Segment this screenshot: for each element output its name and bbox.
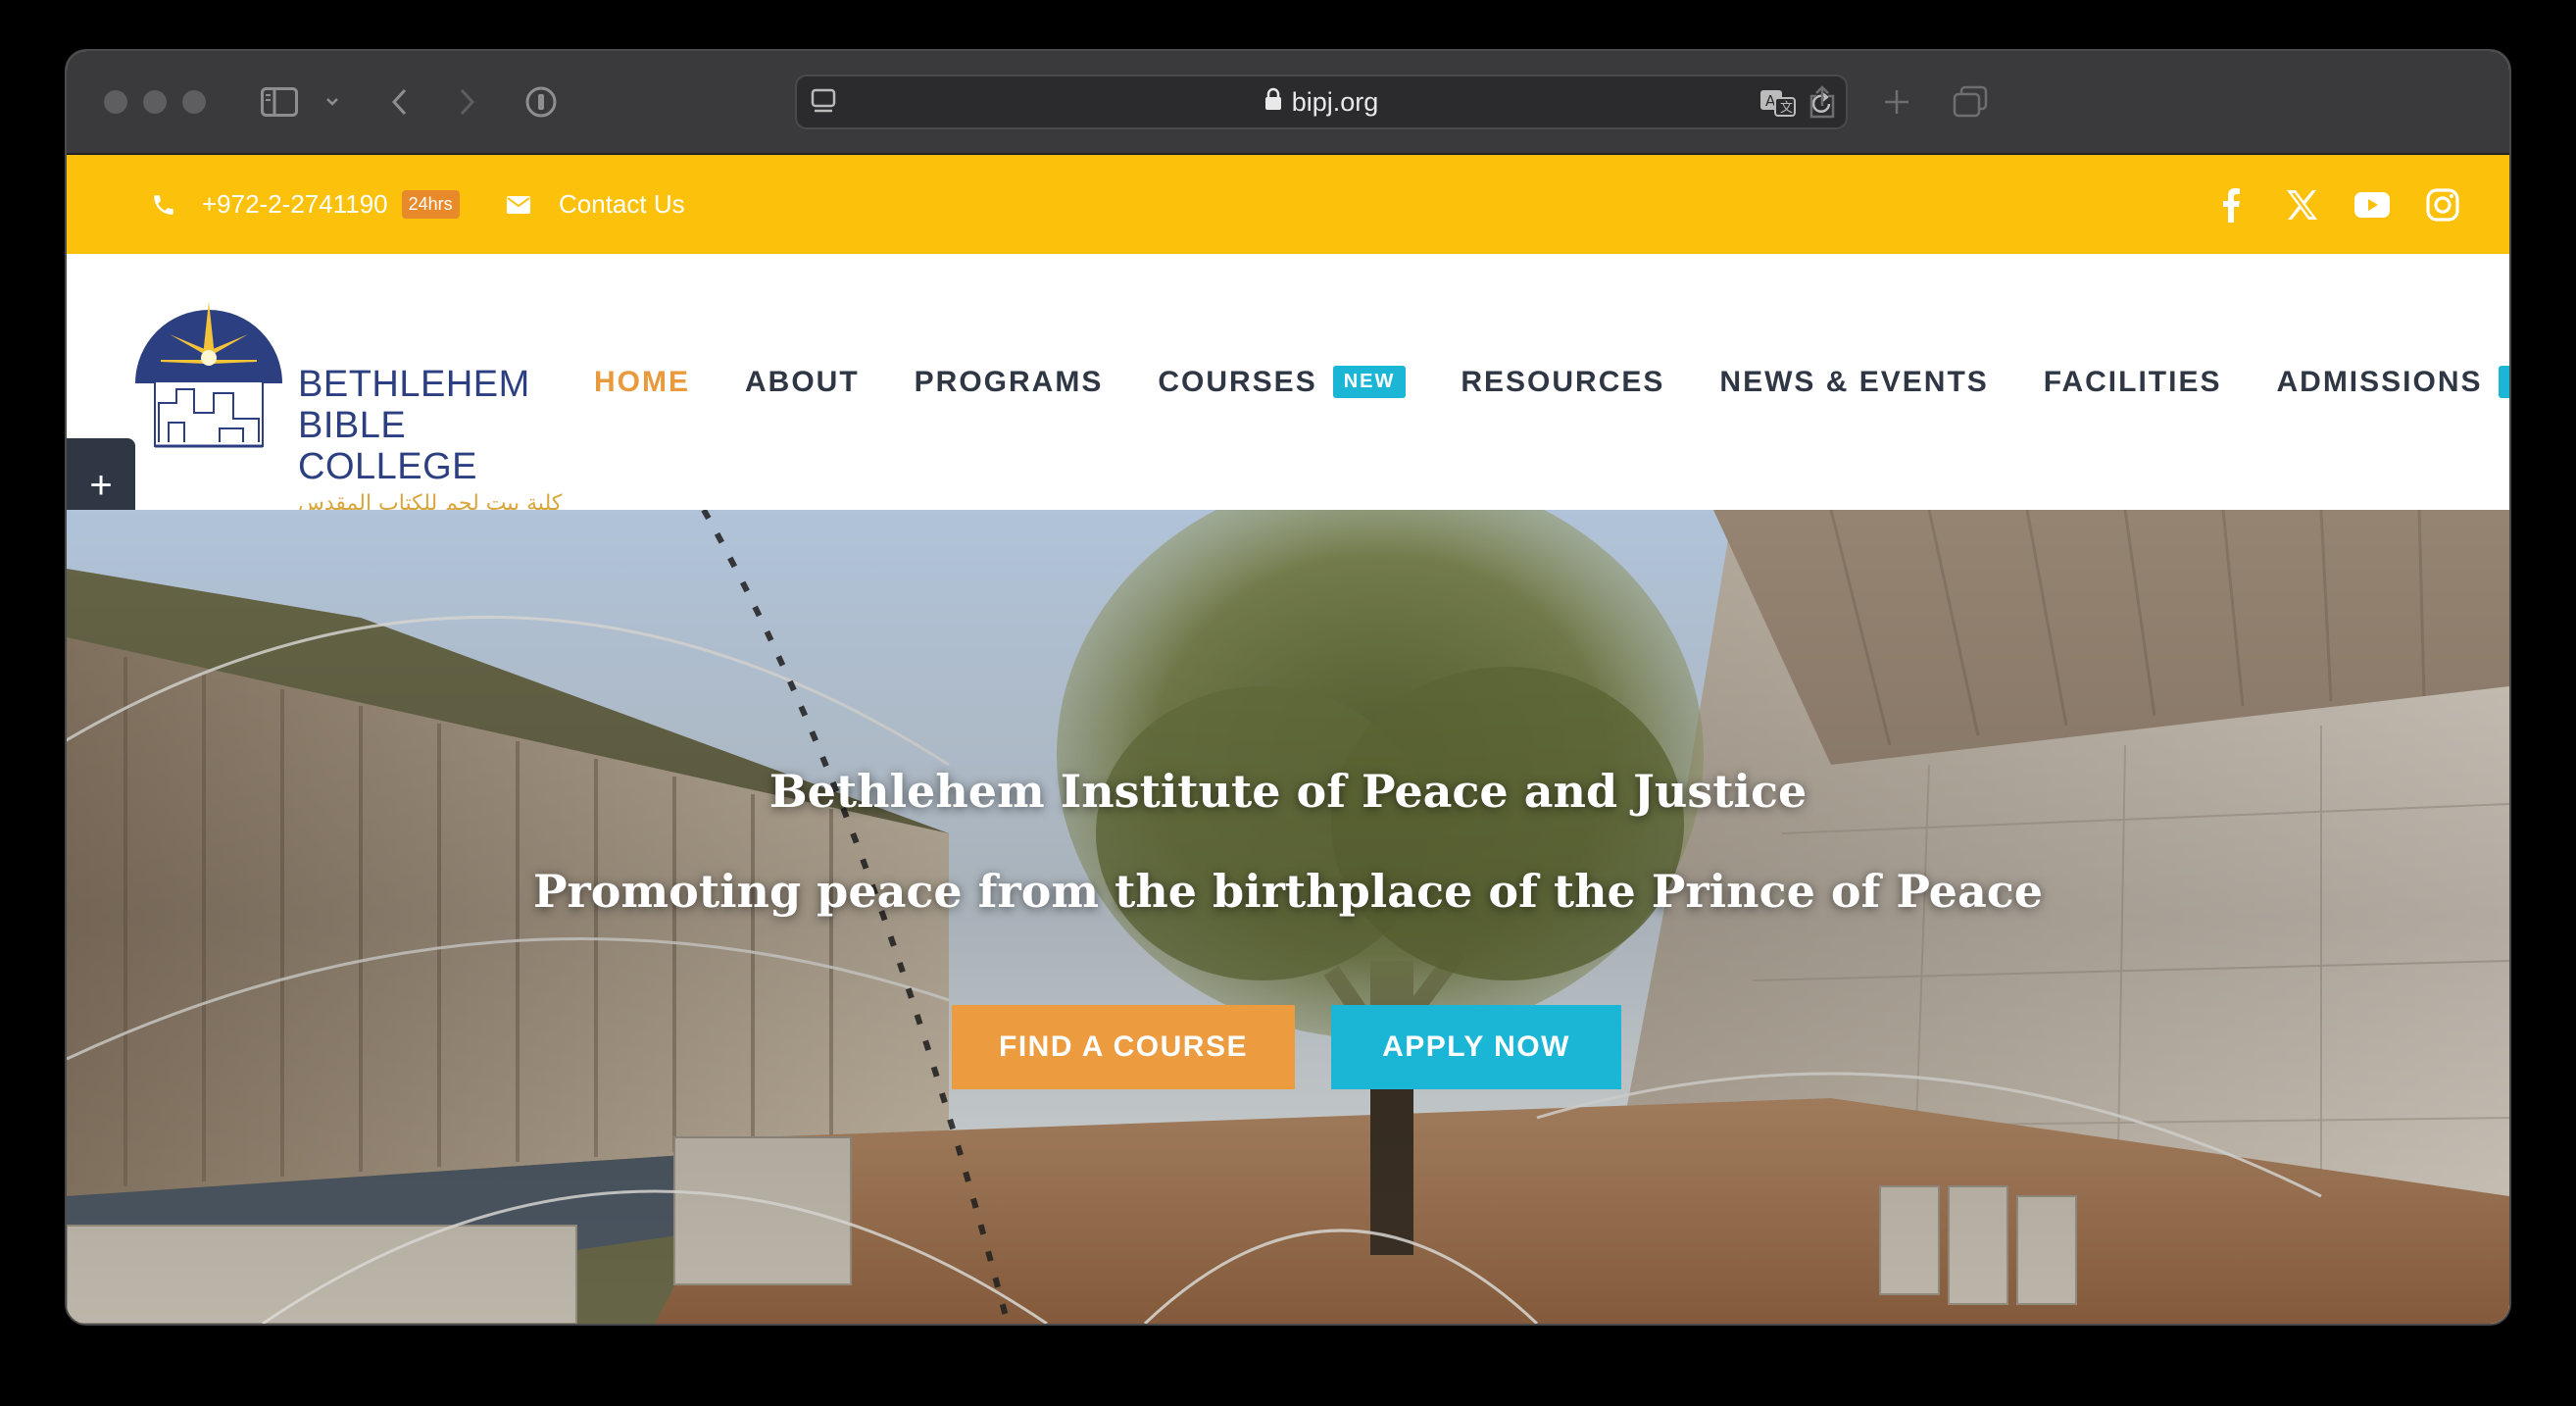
instagram-icon[interactable] (2423, 187, 2462, 222)
contact-label[interactable]: Contact Us (559, 189, 685, 220)
nav-home[interactable]: HOME (594, 366, 690, 399)
phone-link[interactable]: +972-2-2741190 24hrs (151, 155, 460, 254)
nav-facilities[interactable]: FACILITIES (2044, 366, 2222, 399)
logo-emblem (135, 301, 282, 448)
svg-text:文: 文 (1780, 101, 1793, 116)
x-twitter-icon[interactable] (2282, 189, 2321, 221)
phone-icon (151, 192, 176, 218)
forward-icon[interactable] (453, 80, 482, 124)
back-icon[interactable] (384, 80, 414, 124)
logo-line-2: BIBLE COLLEGE (298, 405, 478, 487)
browser-toolbar: bipj.org A文 (67, 51, 2509, 155)
lock-icon (1264, 87, 1282, 118)
apply-now-button[interactable]: APPLY NOW (1331, 1005, 1621, 1089)
main-nav: HOME ABOUT PROGRAMS COURSES NEW RESOURCE… (594, 254, 2509, 510)
main-header: BETHLEHEM BIBLE COLLEGE كلية بيت لحم للك… (67, 254, 2509, 532)
new-badge: NEW (1332, 366, 1407, 398)
nav-courses[interactable]: COURSES NEW (1158, 366, 1407, 399)
nav-courses-label[interactable]: COURSES (1158, 366, 1316, 399)
nav-admissions[interactable]: ADMISSIONS APPLY (2276, 366, 2509, 399)
close-window-button[interactable] (104, 90, 127, 114)
minimize-window-button[interactable] (143, 90, 167, 114)
youtube-icon[interactable] (2353, 191, 2392, 218)
envelope-icon (506, 195, 531, 215)
find-course-button[interactable]: FIND A COURSE (952, 1005, 1295, 1089)
nav-admissions-label[interactable]: ADMISSIONS (2276, 366, 2482, 399)
social-links (2211, 155, 2462, 254)
url-text[interactable]: bipj.org (1292, 87, 1379, 118)
new-tab-icon[interactable] (1880, 80, 1913, 124)
contact-link[interactable]: Contact Us (506, 155, 685, 254)
hero-title: Bethlehem Institute of Peace and Justice (768, 765, 1808, 818)
browser-window: bipj.org A文 +972-2-2741190 24hrs Contact… (67, 51, 2509, 1324)
tab-overview-icon[interactable] (1951, 80, 1990, 124)
hero-subtitle: Promoting peace from the birthplace of t… (532, 865, 2044, 918)
logo-line-1: BETHLEHEM (298, 364, 530, 405)
translate-icon[interactable]: A文 (1759, 89, 1797, 122)
address-bar[interactable]: bipj.org A文 (795, 75, 1848, 129)
hours-badge: 24hrs (401, 190, 460, 219)
zoom-window-button[interactable] (182, 90, 206, 114)
nav-programs[interactable]: PROGRAMS (915, 366, 1104, 399)
privacy-report-icon[interactable] (523, 80, 559, 124)
top-info-bar: +972-2-2741190 24hrs Contact Us (67, 155, 2509, 254)
site-logo[interactable]: BETHLEHEM BIBLE COLLEGE كلية بيت لحم للك… (125, 295, 576, 516)
facebook-icon[interactable] (2211, 187, 2251, 223)
hero-banner: Bethlehem Institute of Peace and Justice… (67, 510, 2509, 1324)
sidebar-toggle-icon[interactable] (259, 80, 300, 124)
phone-number[interactable]: +972-2-2741190 (202, 189, 388, 220)
chevron-down-icon[interactable] (323, 80, 341, 124)
nav-about[interactable]: ABOUT (745, 366, 860, 399)
nav-resources[interactable]: RESOURCES (1461, 366, 1664, 399)
share-icon[interactable] (1806, 80, 1839, 124)
apply-badge[interactable]: APPLY (2498, 366, 2509, 398)
nav-news-events[interactable]: NEWS & EVENTS (1719, 366, 1988, 399)
